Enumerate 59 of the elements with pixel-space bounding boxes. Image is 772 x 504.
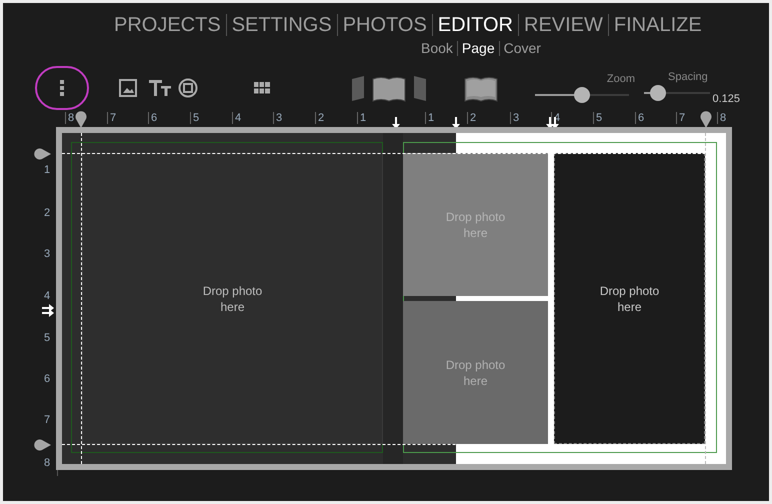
ruler-number: 5 [44,332,50,344]
ruler-number: 8 [44,457,50,469]
nav-tab[interactable]: EDITOR [436,13,514,37]
nav-tab[interactable]: SETTINGS [230,13,333,37]
nav-tab[interactable]: FINALIZE [612,13,703,37]
slider-thumb[interactable] [650,85,666,101]
book-icon[interactable] [464,74,498,102]
arrow-marker-icon[interactable] [42,304,54,312]
zoom-label: Zoom [606,73,635,85]
slider-thumb[interactable] [574,87,590,103]
ruler-number: 8 [717,112,726,124]
ruler-number: 2 [44,207,50,219]
ruler-number: 1 [44,164,50,176]
slider-track[interactable] [644,85,710,101]
subtab[interactable]: Book [421,40,453,56]
ruler-number: 2 [315,112,324,124]
marker-pin-icon[interactable] [700,110,712,128]
ruler-number: 6 [44,373,50,385]
ruler-number: 5 [190,112,200,124]
ruler-number: 2 [467,112,476,124]
ruler-number: 3 [44,248,50,260]
ruler-number: 7 [44,414,50,426]
ruler-number: 1 [357,112,366,124]
ruler-number: 6 [148,112,158,124]
subtab[interactable]: Page [462,40,495,56]
ruler-number: 3 [510,112,520,124]
image-icon[interactable] [119,79,137,97]
marker-pin-icon[interactable] [75,110,87,128]
drop-photo-hint: Drop photo here [202,282,264,314]
ruler-number: 5 [593,112,602,124]
photo-frame[interactable]: Drop photo here [554,153,705,444]
ruler-number: 3 [273,112,282,124]
ruler-number: 4 [44,290,50,302]
nav-tab[interactable]: PHOTOS [342,13,428,37]
subtab[interactable]: Cover [504,40,541,56]
nav-tab[interactable]: PROJECTS [113,13,222,37]
marker-pin-icon[interactable] [33,439,51,451]
slider-track[interactable] [535,87,629,103]
text-icon[interactable] [149,80,171,96]
arrow-marker-icon[interactable] [392,117,400,129]
ruler-number: 4 [232,112,242,124]
ruler-number: 6 [635,112,644,124]
photo-frame[interactable]: Drop photo here [82,153,383,444]
drop-photo-hint: Drop photo here [444,356,506,388]
spacing-label: Spacing [668,71,709,83]
frame-icon[interactable] [178,78,198,98]
marker-pin-icon[interactable] [33,148,51,160]
drop-photo-hint: Drop photo here [598,282,660,314]
nav-tab[interactable]: REVIEW [523,13,604,37]
more-menu-icon[interactable] [60,80,64,96]
arrow-marker-icon[interactable] [42,309,54,317]
ruler-number: 8 [65,112,74,124]
spacing-value: 0.125 [712,93,740,105]
ruler-number: 1 [425,112,434,124]
ruler-number: 7 [107,112,116,124]
grid-icon[interactable] [254,82,270,94]
ruler-number: 7 [676,112,686,124]
arrow-marker-icon[interactable] [452,117,460,129]
page-view-icon[interactable] [372,74,406,102]
